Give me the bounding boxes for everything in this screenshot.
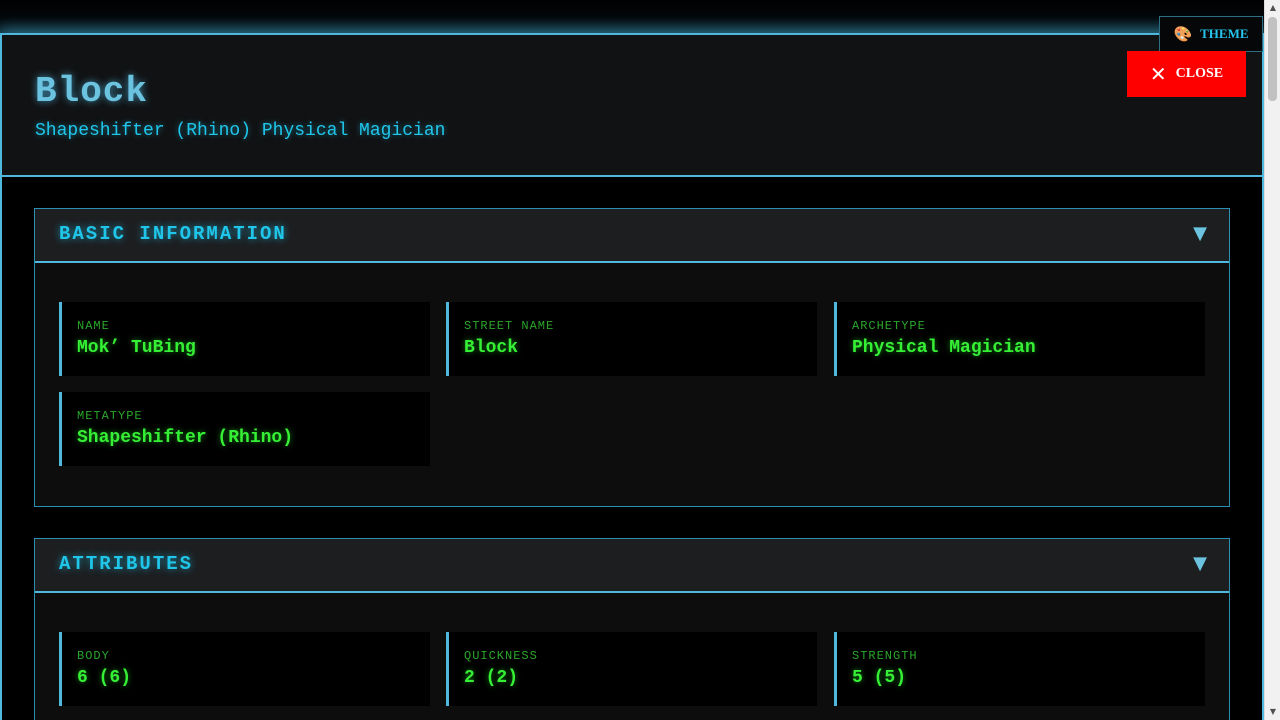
field-card-quickness: QUICKNESS 2 (2) bbox=[446, 632, 817, 706]
section-title: BASIC INFORMATION bbox=[59, 223, 287, 245]
theme-button-label: THEME bbox=[1200, 26, 1249, 41]
field-label: STRENGTH bbox=[852, 649, 918, 663]
field-value: 2 (2) bbox=[464, 668, 519, 688]
sheet-header: Block Shapeshifter (Rhino) Physical Magi… bbox=[2, 35, 1262, 177]
section-header-attributes[interactable]: ATTRIBUTES ▼ bbox=[35, 539, 1229, 593]
close-icon: ✕ bbox=[1149, 62, 1167, 86]
scroll-down-arrow-icon[interactable]: ▼ bbox=[1265, 704, 1280, 720]
page-subtitle: Shapeshifter (Rhino) Physical Magician bbox=[35, 121, 446, 141]
field-value: 5 (5) bbox=[852, 668, 907, 688]
field-card-street-name: STREET NAME Block bbox=[446, 302, 817, 376]
field-label: ARCHETYPE bbox=[852, 319, 926, 333]
section-basic-information: BASIC INFORMATION ▼ NAME Mok’ TuBing STR… bbox=[34, 208, 1230, 507]
page-title: Block bbox=[35, 71, 149, 112]
field-label: STREET NAME bbox=[464, 319, 555, 333]
theme-button[interactable]: 🎨 THEME bbox=[1159, 16, 1263, 52]
palette-icon: 🎨 bbox=[1173, 26, 1193, 43]
field-value: 6 (6) bbox=[77, 668, 132, 688]
field-card-body: BODY 6 (6) bbox=[59, 632, 430, 706]
top-glow bbox=[0, 0, 1264, 34]
field-label: METATYPE bbox=[77, 409, 143, 423]
field-label: BODY bbox=[77, 649, 110, 663]
field-value: Mok’ TuBing bbox=[77, 338, 196, 358]
close-button-label: CLOSE bbox=[1175, 66, 1224, 81]
field-value: Shapeshifter (Rhino) bbox=[77, 428, 294, 448]
section-header-basic-information[interactable]: BASIC INFORMATION ▼ bbox=[35, 209, 1229, 263]
field-card-name: NAME Mok’ TuBing bbox=[59, 302, 430, 376]
field-label: NAME bbox=[77, 319, 110, 333]
field-value: Physical Magician bbox=[852, 338, 1036, 358]
scroll-up-arrow-icon[interactable]: ▲ bbox=[1265, 0, 1280, 16]
section-attributes: ATTRIBUTES ▼ BODY 6 (6) QUICKNESS 2 (2) … bbox=[34, 538, 1230, 720]
scrollbar-thumb[interactable] bbox=[1268, 17, 1277, 101]
section-title: ATTRIBUTES bbox=[59, 553, 194, 575]
vertical-scrollbar[interactable]: ▲ ▼ bbox=[1264, 0, 1280, 720]
field-card-archetype: ARCHETYPE Physical Magician bbox=[834, 302, 1205, 376]
field-card-strength: STRENGTH 5 (5) bbox=[834, 632, 1205, 706]
field-value: Block bbox=[464, 338, 519, 358]
close-button[interactable]: ✕ CLOSE bbox=[1127, 51, 1246, 97]
field-label: QUICKNESS bbox=[464, 649, 538, 663]
field-card-metatype: METATYPE Shapeshifter (Rhino) bbox=[59, 392, 430, 466]
collapse-arrow-icon[interactable]: ▼ bbox=[1193, 223, 1207, 244]
collapse-arrow-icon[interactable]: ▼ bbox=[1193, 553, 1207, 574]
